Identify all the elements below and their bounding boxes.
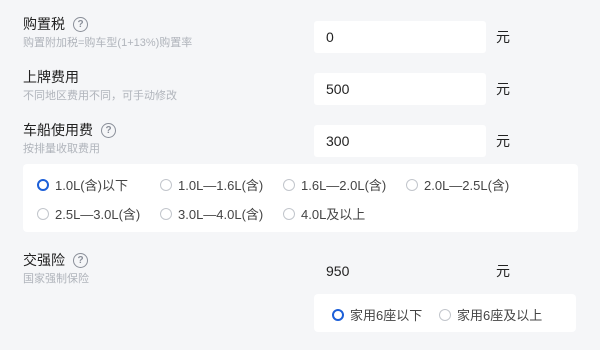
license-fee-input[interactable]: 500 — [314, 73, 486, 105]
displacement-option[interactable]: 1.0L(含)以下 — [37, 175, 128, 194]
help-icon[interactable]: ? — [101, 122, 116, 138]
displacement-option[interactable]: 4.0L及以上 — [283, 204, 365, 223]
displacement-option-label: 2.5L—3.0L(含) — [55, 207, 141, 222]
seat-option-label: 家用6座及以上 — [457, 308, 543, 323]
help-icon[interactable]: ? — [73, 16, 88, 32]
displacement-option[interactable]: 1.6L—2.0L(含) — [283, 175, 386, 194]
displacement-option-label: 4.0L及以上 — [301, 207, 366, 222]
compulsory-insurance-unit: 元 — [496, 263, 510, 279]
license-fee-label: 上牌费用 不同地区费用不同，可手动修改 — [23, 68, 177, 103]
radio-unchecked-icon — [283, 207, 295, 220]
displacement-option-label: 2.0L—2.5L(含) — [424, 178, 510, 193]
displacement-option-label: 1.0L(含)以下 — [55, 178, 128, 193]
help-icon[interactable]: ? — [73, 252, 88, 268]
vehicle-tax-input[interactable]: 300 — [314, 125, 486, 157]
license-fee-unit: 元 — [496, 81, 510, 97]
radio-unchecked-icon — [37, 207, 49, 220]
purchase-tax-label: 购置税 ? 购置附加税=购车型(1+13%)购置率 — [23, 15, 192, 50]
vehicle-tax-subtitle: 按排量收取费用 — [23, 143, 100, 155]
displacement-option[interactable]: 2.0L—2.5L(含) — [406, 175, 509, 194]
vehicle-tax-label: 车船使用费 ? 按排量收取费用 — [23, 121, 116, 156]
seat-option[interactable]: 家用6座及以上 — [439, 305, 542, 324]
compulsory-insurance-label: 交强险 ? 国家强制保险 — [23, 251, 89, 286]
vehicle-tax-title: 车船使用费 — [23, 122, 93, 138]
radio-unchecked-icon — [283, 178, 295, 191]
displacement-option-label: 1.6L—2.0L(含) — [301, 178, 387, 193]
radio-checked-icon — [37, 178, 49, 191]
displacement-options-panel: 1.0L(含)以下 1.0L—1.6L(含) 1.6L—2.0L(含) 2.0L… — [23, 164, 578, 232]
compulsory-insurance-value: 950 — [314, 255, 486, 287]
compulsory-insurance-title: 交强险 — [23, 252, 65, 268]
radio-checked-icon — [332, 308, 344, 321]
radio-unchecked-icon — [160, 207, 172, 220]
purchase-tax-title: 购置税 — [23, 16, 65, 32]
seat-option-label: 家用6座以下 — [350, 308, 423, 323]
license-fee-title: 上牌费用 — [23, 69, 79, 85]
compulsory-insurance-subtitle: 国家强制保险 — [23, 273, 89, 285]
purchase-tax-subtitle: 购置附加税=购车型(1+13%)购置率 — [23, 37, 193, 49]
radio-unchecked-icon — [439, 308, 451, 321]
displacement-option-label: 1.0L—1.6L(含) — [178, 178, 264, 193]
seat-options-panel: 家用6座以下 家用6座及以上 — [314, 294, 576, 332]
purchase-tax-input[interactable]: 0 — [314, 21, 486, 53]
radio-unchecked-icon — [406, 178, 418, 191]
vehicle-tax-unit: 元 — [496, 133, 510, 149]
purchase-tax-unit: 元 — [496, 29, 510, 45]
displacement-option[interactable]: 3.0L—4.0L(含) — [160, 204, 263, 223]
license-fee-subtitle: 不同地区费用不同，可手动修改 — [23, 90, 177, 102]
seat-option[interactable]: 家用6座以下 — [332, 305, 422, 324]
displacement-option-label: 3.0L—4.0L(含) — [178, 207, 264, 222]
radio-unchecked-icon — [160, 178, 172, 191]
displacement-option[interactable]: 1.0L—1.6L(含) — [160, 175, 263, 194]
displacement-option[interactable]: 2.5L—3.0L(含) — [37, 204, 140, 223]
